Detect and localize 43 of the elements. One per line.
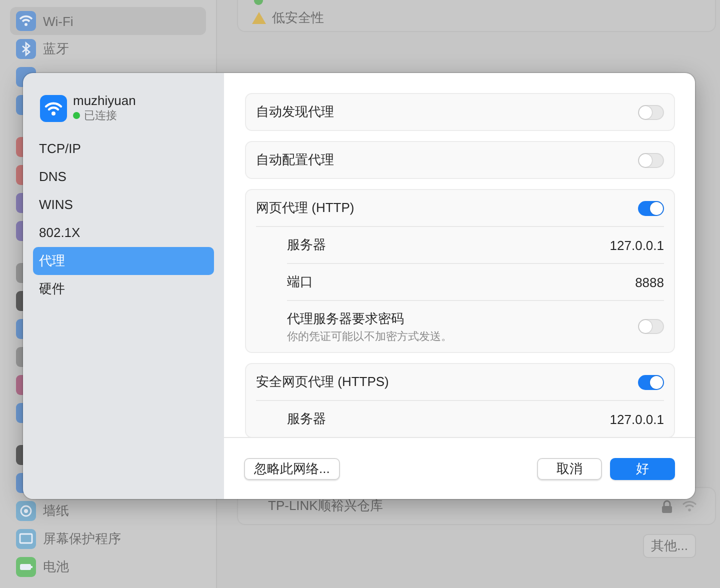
status-dot xyxy=(73,112,80,119)
wifi-icon xyxy=(16,11,36,31)
warning-icon xyxy=(252,12,266,24)
setting-value: 8888 xyxy=(635,274,664,290)
setting-label: 自动发现代理 xyxy=(256,103,334,121)
screen-icon xyxy=(16,529,36,549)
setting-label: 端口 xyxy=(287,273,313,291)
network-name: TP-LINK顺裕兴仓库 xyxy=(268,497,384,515)
status-text: 已连接 xyxy=(84,108,117,123)
setting-label: 服务器 xyxy=(287,236,326,254)
battery-icon xyxy=(16,557,36,577)
setting-label: 代理服务器要求密码 xyxy=(287,310,405,328)
sidebar-item[interactable]: 蓝牙 xyxy=(10,35,206,63)
setting-label: 服务器 xyxy=(287,410,326,428)
sidebar-item[interactable]: 电池 xyxy=(10,553,206,581)
setting-note: 你的凭证可能以不加密方式发送。 xyxy=(287,330,452,344)
dialog-button[interactable]: 取消 xyxy=(537,458,602,480)
setting-value: 127.0.0.1 xyxy=(610,412,664,426)
nav-item[interactable]: 代理 xyxy=(33,247,214,275)
status-text: 低安全性 xyxy=(272,8,324,26)
forget-network-button[interactable]: 忽略此网络... xyxy=(244,458,340,480)
lock-icon xyxy=(662,500,672,512)
setting-label: 安全网页代理 (HTTPS) xyxy=(256,373,389,391)
toggle-switch[interactable] xyxy=(638,374,664,390)
nav-item[interactable]: DNS xyxy=(33,163,214,191)
sidebar-item[interactable]: 墙纸 xyxy=(10,497,206,525)
setting-label: 自动配置代理 xyxy=(256,151,334,169)
nav-item[interactable]: 硬件 xyxy=(33,275,214,303)
nav-item[interactable]: TCP/IP xyxy=(33,135,214,163)
flower-icon xyxy=(16,501,36,521)
network-name: muzhiyuan xyxy=(73,93,136,108)
bluetooth-icon xyxy=(16,39,36,59)
nav-item[interactable]: WINS xyxy=(33,191,214,219)
sidebar-item[interactable]: Wi-Fi xyxy=(10,7,206,35)
nav-item[interactable]: 802.1X xyxy=(33,219,214,247)
wifi-icon xyxy=(40,94,67,122)
setting-value: 127.0.0.1 xyxy=(610,238,664,252)
confirm-button[interactable]: 好 xyxy=(610,458,675,480)
setting-label: 网页代理 (HTTP) xyxy=(256,199,354,217)
toggle-switch[interactable] xyxy=(638,200,664,216)
wifi-signal-icon xyxy=(682,500,697,512)
other-button[interactable]: 其他... xyxy=(643,534,696,558)
sidebar-item[interactable]: 屏幕保护程序 xyxy=(10,525,206,553)
